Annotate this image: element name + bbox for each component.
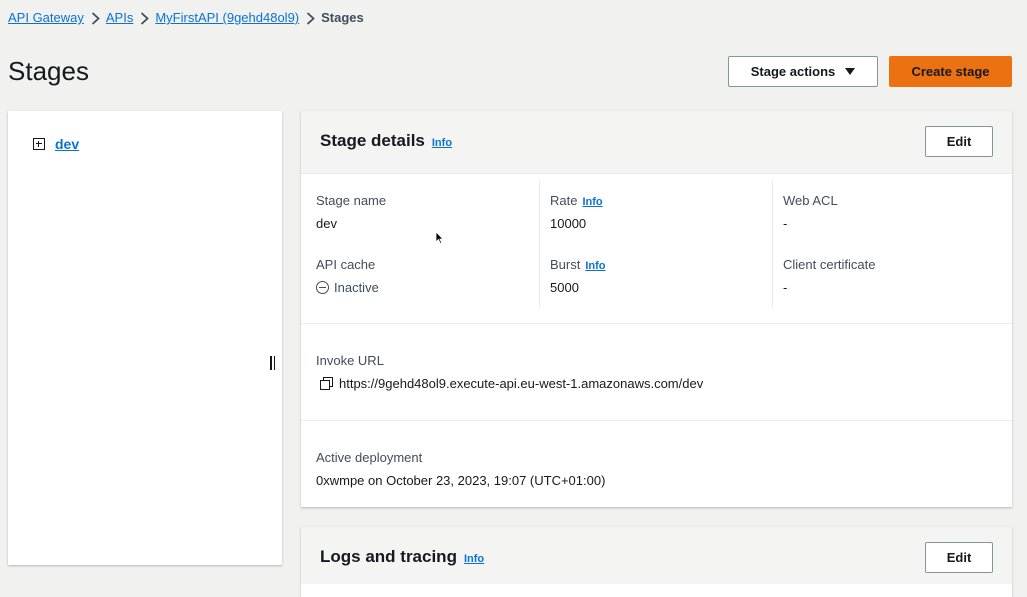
- column-divider: [539, 180, 540, 308]
- copy-icon[interactable]: [320, 377, 333, 390]
- invoke-url-label: Invoke URL: [316, 353, 384, 368]
- burst-value: 5000: [550, 280, 579, 295]
- stage-name-label: Stage name: [316, 193, 387, 208]
- caret-down-icon: [845, 68, 856, 75]
- logs-tracing-info-link[interactable]: Info: [464, 553, 484, 565]
- resize-handle[interactable]: [270, 356, 278, 372]
- api-cache-status: Inactive: [334, 280, 379, 295]
- breadcrumb-myfirstapi[interactable]: MyFirstAPI (9gehd48ol9): [155, 10, 299, 25]
- rate-value: 10000: [550, 216, 587, 231]
- web-acl-value: -: [783, 216, 788, 231]
- chevron-right-icon: [299, 11, 321, 25]
- rate-info-link[interactable]: Info: [582, 196, 602, 208]
- stage-details-edit-button[interactable]: Edit: [925, 126, 993, 157]
- client-certificate-label: Client certificate: [783, 257, 876, 272]
- chevron-right-icon: [84, 11, 106, 25]
- breadcrumb: API Gateway APIs MyFirstAPI (9gehd48ol9)…: [8, 10, 364, 25]
- burst-info-link[interactable]: Info: [585, 260, 605, 272]
- chevron-right-icon: [133, 11, 155, 25]
- expand-icon[interactable]: [33, 138, 45, 150]
- stage-details-title: Stage details Info: [320, 131, 452, 151]
- tree-item-dev[interactable]: dev: [33, 136, 79, 152]
- column-divider: [772, 180, 773, 308]
- stage-name-value: dev: [316, 216, 337, 231]
- divider: [301, 323, 1012, 324]
- tree-item-label[interactable]: dev: [55, 136, 79, 152]
- divider: [301, 420, 1012, 421]
- stage-details-title-text: Stage details: [320, 131, 425, 150]
- stage-actions-button[interactable]: Stage actions: [728, 56, 878, 87]
- active-deployment-value: 0xwmpe on October 23, 2023, 19:07 (UTC+0…: [316, 473, 606, 488]
- create-stage-button[interactable]: Create stage: [889, 56, 1012, 87]
- logs-tracing-title-text: Logs and tracing: [320, 547, 457, 566]
- status-stopped-icon: [316, 281, 329, 294]
- logs-tracing-edit-button[interactable]: Edit: [925, 542, 993, 573]
- invoke-url-text: https://9gehd48ol9.execute-api.eu-west-1…: [339, 376, 704, 391]
- stage-details-info-link[interactable]: Info: [432, 137, 452, 149]
- breadcrumb-current: Stages: [321, 10, 364, 25]
- page-title: Stages: [8, 56, 89, 86]
- breadcrumb-api-gateway[interactable]: API Gateway: [8, 10, 84, 25]
- burst-label-text: Burst: [550, 257, 581, 272]
- burst-label: Burst Info: [550, 257, 606, 272]
- web-acl-label: Web ACL: [783, 193, 838, 208]
- rate-label-text: Rate: [550, 193, 578, 208]
- invoke-url-value: https://9gehd48ol9.execute-api.eu-west-1…: [320, 376, 703, 391]
- rate-label: Rate Info: [550, 193, 603, 208]
- client-certificate-value: -: [783, 280, 788, 295]
- mouse-pointer-icon: [435, 231, 444, 245]
- active-deployment-label: Active deployment: [316, 450, 423, 465]
- stage-actions-label: Stage actions: [750, 64, 836, 79]
- api-cache-value: Inactive: [316, 280, 379, 295]
- breadcrumb-apis[interactable]: APIs: [106, 10, 133, 25]
- stages-tree-panel: [8, 111, 282, 565]
- api-cache-label: API cache: [316, 257, 376, 272]
- divider: [301, 173, 1012, 174]
- logs-tracing-title: Logs and tracing Info: [320, 547, 484, 567]
